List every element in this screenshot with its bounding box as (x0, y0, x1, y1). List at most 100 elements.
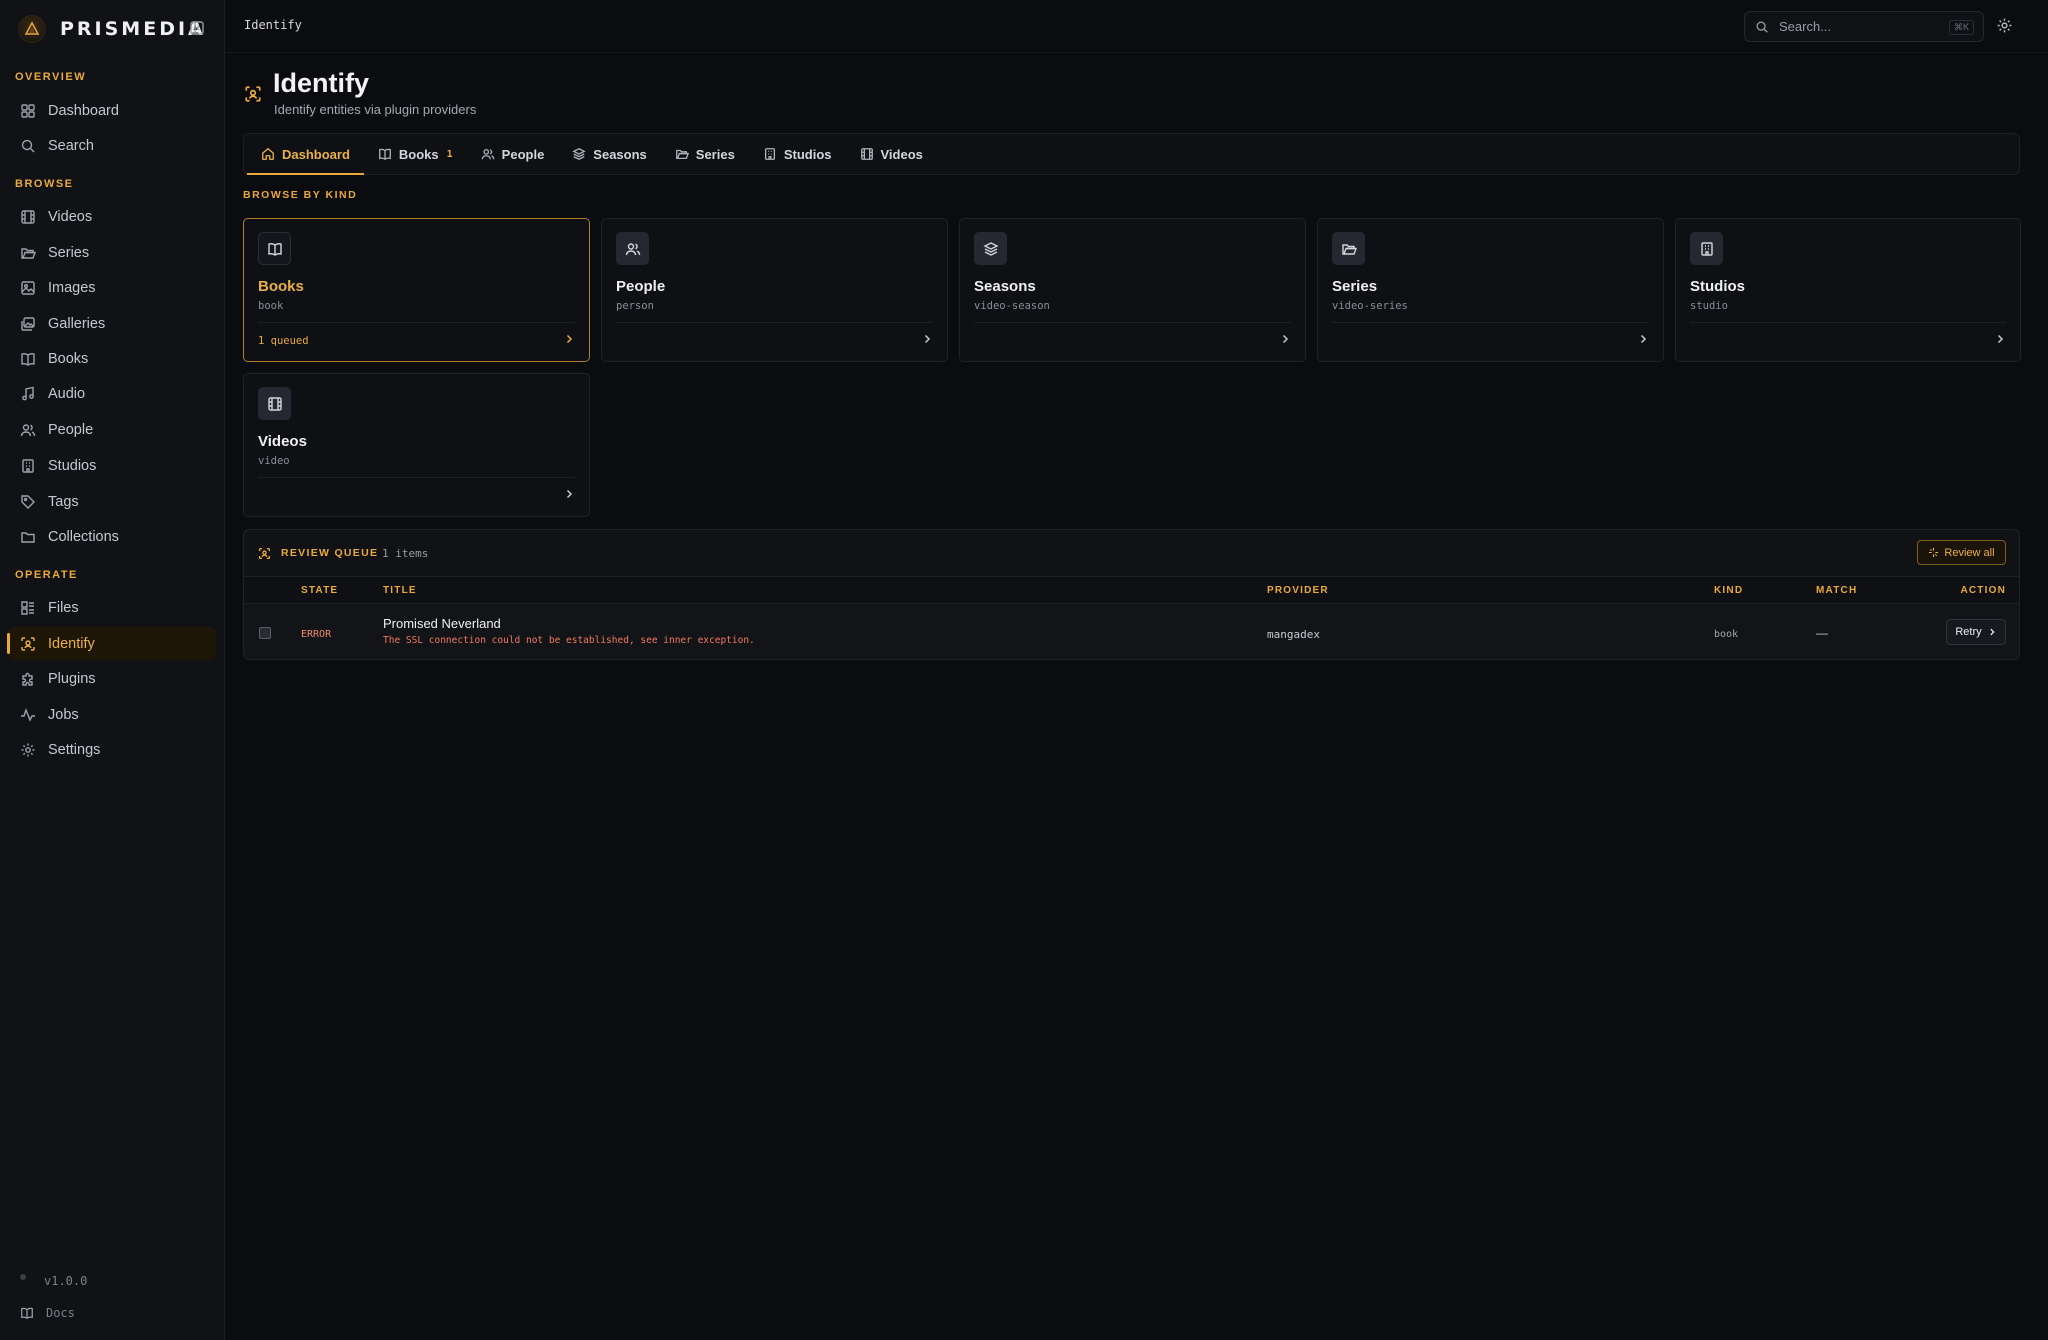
sidebar-item-identify[interactable]: Identify (7, 627, 216, 660)
search-placeholder: Search... (1779, 19, 1832, 34)
kind-card-series[interactable]: Series video-series (1317, 218, 1664, 362)
review-all-button[interactable]: Review all (1917, 540, 2006, 565)
column-header-title[interactable]: TITLE (383, 585, 417, 596)
sparkles-icon (1929, 547, 1939, 558)
sidebar-item-dashboard[interactable]: Dashboard (8, 94, 216, 127)
sidebar-item-collections[interactable]: Collections (8, 520, 216, 553)
sidebar-item-jobs[interactable]: Jobs (8, 698, 216, 731)
sidebar-item-books[interactable]: Books (8, 342, 216, 375)
building-icon (22, 458, 34, 473)
tab-label: Videos (880, 146, 923, 162)
tab-videos[interactable]: Videos (846, 134, 937, 174)
sidebar-item-audio[interactable]: Audio (8, 377, 216, 410)
card-divider (974, 322, 1291, 323)
sidebar-item-label: Search (48, 137, 94, 154)
book-icon (21, 1307, 33, 1319)
section-browse: BROWSE (15, 178, 74, 190)
sidebar-item-galleries[interactable]: Galleries (8, 307, 216, 340)
tab-seasons[interactable]: Seasons (558, 134, 660, 174)
tag-icon (21, 494, 35, 509)
sidebar-item-label: Books (48, 350, 89, 367)
prism-logo-icon (18, 15, 46, 43)
row-kind: book (1714, 629, 1739, 640)
sidebar-item-label: Tags (48, 493, 79, 510)
row-checkbox[interactable] (259, 627, 271, 639)
kind-card-videos[interactable]: Videos video (243, 373, 590, 517)
tab-studios[interactable]: Studios (749, 134, 846, 174)
sidebar-item-videos[interactable]: Videos (8, 200, 216, 233)
sidebar-item-label: Collections (48, 528, 119, 545)
retry-button[interactable]: Retry (1946, 619, 2006, 645)
tab-dashboard[interactable]: Dashboard (247, 134, 364, 175)
sidebar-item-files[interactable]: Files (8, 591, 216, 624)
sidebar-item-label: Galleries (48, 315, 106, 332)
row-error-message: The SSL connection could not be establis… (383, 635, 755, 646)
sidebar-item-people[interactable]: People (8, 413, 216, 446)
sidebar-item-label: Studios (48, 457, 97, 474)
search-shortcut: ⌘K (1948, 20, 1974, 35)
folder-open-icon (675, 149, 689, 160)
tab-count-badge: 1 (446, 148, 453, 160)
chevron-right-icon (1637, 333, 1649, 345)
kind-card-books[interactable]: Books book 1 queued (243, 218, 590, 362)
row-title[interactable]: Promised Neverland (383, 616, 501, 631)
sidebar-item-images[interactable]: Images (8, 271, 216, 304)
card-title: Series (1332, 278, 1378, 295)
card-kind: video-series (1332, 300, 1408, 312)
sidebar-item-label: Plugins (48, 670, 96, 687)
film-icon (860, 148, 873, 160)
home-icon (262, 147, 274, 160)
sidebar: PRISMEDIA OVERVIEW Dashboard Search BROW… (0, 0, 225, 1340)
column-header-state[interactable]: STATE (301, 585, 338, 596)
card-kind: studio (1690, 300, 1728, 312)
sidebar-item-label: Identify (48, 635, 95, 652)
settings-gear-icon[interactable] (1996, 17, 2013, 34)
sidebar-item-label: Series (48, 244, 90, 261)
search-icon (21, 139, 35, 152)
sidebar-item-label: Images (48, 279, 96, 296)
tab-series[interactable]: Series (661, 134, 749, 174)
tab-label: Studios (783, 146, 832, 162)
sidebar-item-label: Jobs (48, 706, 79, 723)
gallery-icon (21, 316, 35, 331)
docs-link[interactable]: Docs (20, 1306, 75, 1320)
row-match: — (1816, 626, 1828, 640)
search-icon (1756, 21, 1768, 33)
files-icon (21, 600, 34, 615)
sidebar-item-plugins[interactable]: Plugins (8, 662, 216, 695)
sidebar-item-tags[interactable]: Tags (8, 485, 216, 518)
sidebar-collapse-icon[interactable] (189, 20, 205, 36)
review-queue-count: 1 items (382, 547, 429, 560)
gear-icon (21, 743, 35, 756)
tab-label: Dashboard (282, 146, 350, 162)
tab-people[interactable]: People (467, 134, 559, 174)
table-row[interactable]: ERROR Promised Neverland The SSL connect… (244, 605, 2019, 659)
card-divider (1332, 322, 1649, 323)
kind-card-studios[interactable]: Studios studio (1675, 218, 2021, 362)
card-divider (258, 322, 575, 323)
search-input[interactable]: Search... ⌘K (1744, 11, 1984, 42)
sidebar-item-series[interactable]: Series (8, 236, 216, 269)
sidebar-item-search[interactable]: Search (8, 129, 216, 162)
column-header-match[interactable]: MATCH (1816, 585, 1857, 596)
kind-card-seasons[interactable]: Seasons video-season (959, 218, 1306, 362)
sidebar-item-studios[interactable]: Studios (8, 449, 216, 482)
sidebar-item-label: Videos (48, 208, 93, 225)
sidebar-item-settings[interactable]: Settings (8, 733, 216, 766)
column-header-provider[interactable]: PROVIDER (1267, 585, 1329, 596)
breadcrumb[interactable]: Identify (244, 18, 302, 32)
card-title: Studios (1690, 278, 1745, 295)
book-open-icon (379, 148, 391, 161)
table-header: STATE TITLE PROVIDER KIND MATCH ACTION (244, 577, 2019, 604)
row-provider: mangadex (1267, 628, 1320, 641)
users-icon (20, 423, 36, 436)
version-info: v1.0.0 (20, 1274, 87, 1288)
brand[interactable]: PRISMEDIA (18, 14, 206, 44)
folder-icon (21, 531, 35, 543)
tab-books[interactable]: Books 1 (364, 134, 467, 174)
users-icon (481, 148, 495, 160)
column-header-kind[interactable]: KIND (1714, 585, 1743, 596)
kind-card-people[interactable]: People person (601, 218, 948, 362)
tab-bar: Dashboard Books 1 People Seasons Series … (243, 133, 2020, 175)
book-open-icon (258, 232, 291, 265)
